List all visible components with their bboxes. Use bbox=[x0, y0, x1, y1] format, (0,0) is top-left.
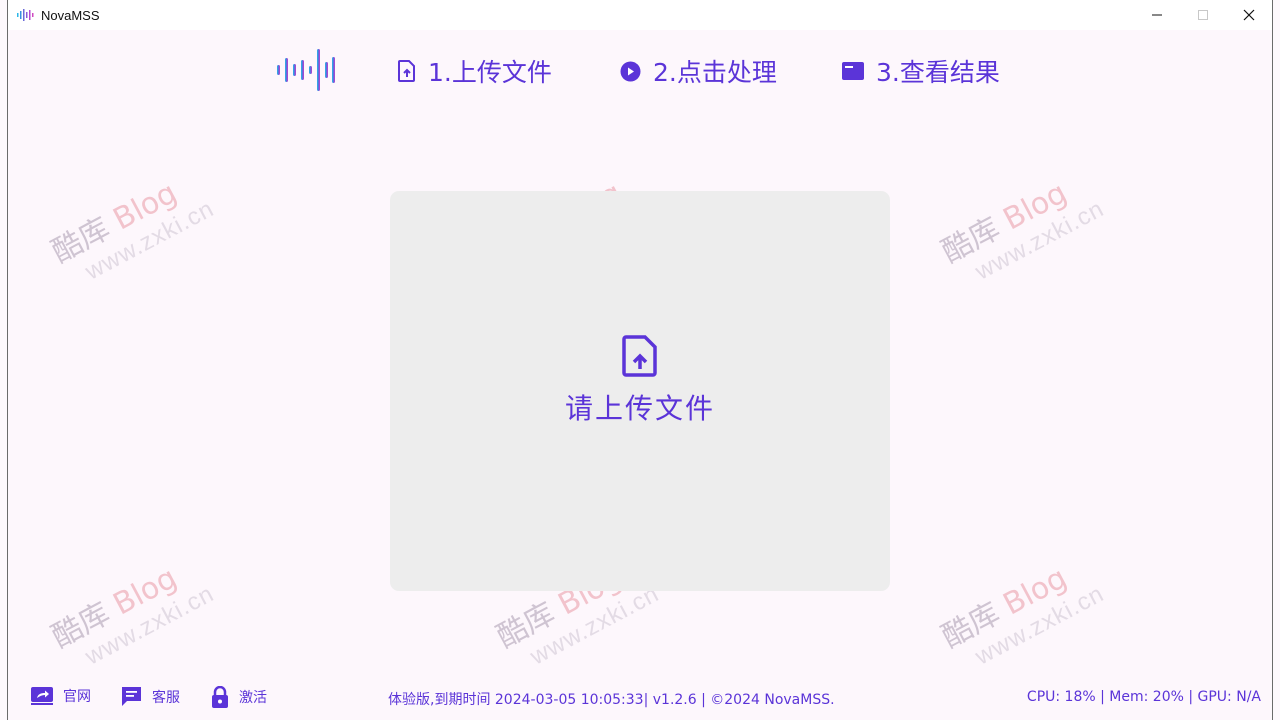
step-label: 1.上传文件 bbox=[428, 58, 552, 87]
file-upload-icon bbox=[622, 335, 658, 381]
minimize-icon bbox=[1152, 14, 1162, 16]
chat-icon bbox=[121, 686, 142, 707]
file-drop-zone[interactable]: 请上传文件 bbox=[390, 191, 890, 591]
close-button[interactable] bbox=[1226, 0, 1272, 30]
app-logo-icon bbox=[17, 9, 35, 21]
step-label: 3.查看结果 bbox=[876, 58, 1000, 87]
step-results[interactable]: 3.查看结果 bbox=[842, 53, 1000, 89]
status-bar: 官网 客服 激活 体验版,到期时间 2024-03-05 10:05:33| v… bbox=[0, 684, 1280, 712]
folder-icon bbox=[842, 62, 864, 80]
system-stats: CPU: 18% | Mem: 20% | GPU: N/A bbox=[1026, 689, 1261, 705]
maximize-icon bbox=[1198, 10, 1208, 20]
website-link[interactable]: 官网 bbox=[31, 686, 91, 706]
share-icon bbox=[31, 687, 53, 705]
step-header: 1.上传文件 2.点击处理 3.查看结果 bbox=[0, 46, 1280, 96]
upload-prompt: 请上传文件 bbox=[564, 392, 715, 425]
step-process[interactable]: 2.点击处理 bbox=[620, 53, 777, 89]
title-bar: NovaMSS bbox=[8, 0, 1272, 30]
step-upload[interactable]: 1.上传文件 bbox=[398, 53, 552, 89]
lock-icon bbox=[211, 686, 229, 708]
minimize-button[interactable] bbox=[1134, 0, 1180, 30]
footer-link-label: 官网 bbox=[63, 689, 91, 705]
support-link[interactable]: 客服 bbox=[121, 686, 180, 707]
step-label: 2.点击处理 bbox=[653, 58, 777, 87]
footer-link-label: 激活 bbox=[239, 690, 267, 706]
file-upload-icon bbox=[398, 60, 416, 82]
close-icon bbox=[1243, 9, 1255, 21]
play-circle-icon bbox=[620, 61, 641, 82]
activate-link[interactable]: 激活 bbox=[211, 686, 267, 708]
waveform-logo-icon bbox=[276, 46, 336, 94]
footer-link-label: 客服 bbox=[152, 689, 180, 706]
license-info: 体验版,到期时间 2024-03-05 10:05:33| v1.2.6 | ©… bbox=[388, 692, 835, 708]
window-title: NovaMSS bbox=[41, 7, 100, 23]
maximize-button[interactable] bbox=[1180, 0, 1226, 30]
